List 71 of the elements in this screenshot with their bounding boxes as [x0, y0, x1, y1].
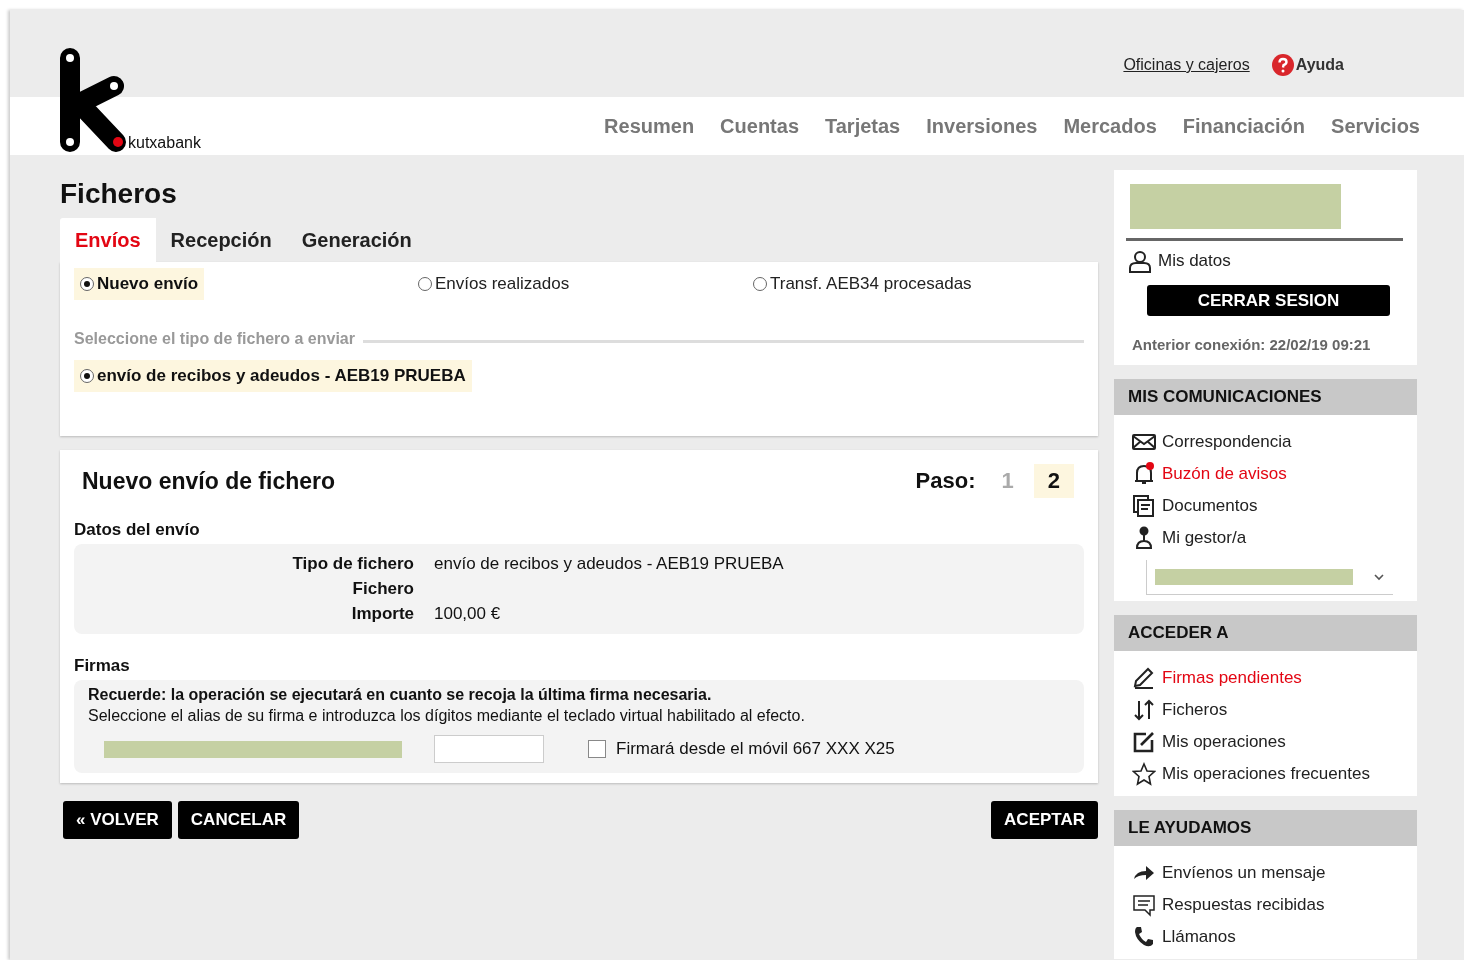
sidebar-item[interactable]: Respuestas recibidas: [1132, 889, 1403, 921]
step-number: 2: [1033, 464, 1074, 498]
sidebar-item[interactable]: Firmas pendientes: [1132, 662, 1403, 694]
field-value: 100,00 €: [434, 604, 502, 624]
nav-item[interactable]: Cuentas: [720, 114, 799, 138]
cancel-button[interactable]: CANCELAR: [177, 801, 300, 839]
section-title: Datos del envío: [74, 520, 201, 540]
checkbox[interactable]: [588, 740, 606, 758]
field-label: Tipo de fichero: [291, 554, 414, 574]
sidebar-item[interactable]: Ficheros: [1132, 694, 1403, 726]
nav-item[interactable]: Tarjetas: [825, 114, 901, 138]
sidebar-item[interactable]: Mi gestor/a: [1132, 522, 1403, 554]
phone-icon: [1132, 925, 1156, 949]
arrows-icon: [1132, 698, 1156, 722]
help-link[interactable]: Ayuda: [1271, 54, 1344, 76]
pen-icon: [1132, 666, 1156, 690]
section-header: MIS COMUNICACIONES: [1114, 379, 1417, 415]
radio-button[interactable]: [418, 277, 432, 291]
sidebar-item[interactable]: Documentos: [1132, 490, 1403, 522]
section-header: LE AYUDAMOS: [1114, 810, 1417, 846]
nav-item[interactable]: Financiación: [1182, 114, 1306, 138]
sidebar-item[interactable]: Llámanos: [1132, 921, 1403, 953]
help-icon: [1271, 54, 1294, 76]
tab[interactable]: Generación: [286, 218, 427, 262]
radio-option[interactable]: envío de recibos y adeudos - AEB19 PRUEBA: [74, 360, 472, 392]
sidebar-item[interactable]: Mis operaciones: [1132, 726, 1403, 758]
radio-option[interactable]: Envíos realizados: [412, 268, 576, 300]
select-field[interactable]: [1146, 560, 1393, 595]
last-login-text: Anterior conexión: 22/02/19 09:21: [1131, 336, 1372, 353]
step-number: 1: [1000, 467, 1015, 495]
nav-item[interactable]: Resumen: [604, 114, 695, 138]
accept-button[interactable]: ACEPTAR: [991, 801, 1098, 839]
sidebar-item[interactable]: Buzón de avisos: [1132, 458, 1403, 490]
radio-button[interactable]: [80, 369, 94, 383]
nav-item[interactable]: Inversiones: [926, 114, 1038, 138]
documents-icon: [1132, 494, 1156, 518]
offices-link[interactable]: Oficinas y cajeros: [1123, 56, 1250, 74]
tab[interactable]: Envíos: [60, 218, 156, 262]
reminder-text: Recuerde: la operación se ejecutará en cuanto se recoja la última firma necesaria.: [88, 686, 713, 704]
instructions-text: Seleccione el alias de su firma e introduzca los dígitos mediante el teclado virtual habilitado al efecto.: [88, 707, 806, 725]
page-title: Ficheros: [60, 178, 178, 210]
radio-option[interactable]: Nuevo envío: [74, 268, 205, 300]
field-value: envío de recibos y adeudos - AEB19 PRUEBA: [434, 554, 785, 574]
radio-button[interactable]: [753, 277, 767, 291]
section-title: Firmas: [74, 656, 131, 676]
section-legend: Seleccione el tipo de fichero a enviar: [74, 330, 355, 348]
logout-button[interactable]: CERRAR SESION: [1147, 285, 1390, 316]
field-label: Importe: [350, 604, 414, 624]
nav-item[interactable]: Servicios: [1331, 114, 1420, 138]
chevron-icon: [1373, 573, 1385, 581]
tab[interactable]: Recepción: [155, 218, 287, 262]
star-icon: [1132, 762, 1156, 786]
sidebar-item[interactable]: Mis operaciones frecuentes: [1132, 758, 1403, 790]
back-button[interactable]: « VOLVER: [63, 801, 172, 839]
step-label: Paso:: [915, 468, 976, 494]
section-header: ACCEDER A: [1114, 615, 1417, 651]
brand-name: kutxabank: [128, 134, 201, 152]
sidebar-item[interactable]: Envíenos un mensaje: [1132, 857, 1403, 889]
radio-option[interactable]: Transf. AEB34 procesadas: [747, 268, 978, 300]
edit-icon: [1132, 730, 1156, 754]
form-title: Nuevo envío de fichero: [82, 467, 336, 495]
user-icon: [1128, 249, 1152, 273]
field-label: Fichero: [351, 579, 414, 599]
radio-button[interactable]: [80, 277, 94, 291]
chat-icon: [1132, 893, 1156, 917]
bell-icon: [1132, 462, 1156, 486]
nav-item[interactable]: Mercados: [1063, 114, 1157, 138]
checkbox-label: Firmará desde el móvil 667 XXX X25: [616, 739, 895, 759]
input-field[interactable]: [434, 735, 544, 763]
sidebar-item[interactable]: Mis datos: [1128, 245, 1403, 277]
sidebar-item[interactable]: Correspondencia: [1132, 426, 1403, 458]
